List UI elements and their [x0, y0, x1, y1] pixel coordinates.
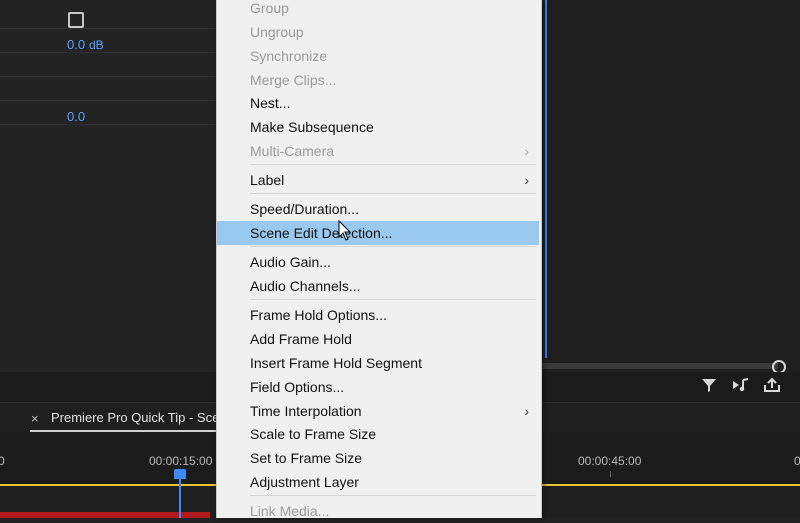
menu-item-synchronize[interactable]: Synchronize	[217, 44, 539, 68]
menu-item-scene-edit-detection[interactable]: Scene Edit Detection...	[217, 221, 539, 245]
menu-item-insert-frame-hold-segment[interactable]: Insert Frame Hold Segment	[217, 351, 539, 375]
divider	[0, 76, 216, 77]
timecode-label: 0	[0, 454, 5, 468]
submenu-arrow-icon: ›	[524, 172, 529, 188]
timecode-label: 00:00:45:00	[578, 454, 642, 468]
menu-item-frame-hold-options[interactable]: Frame Hold Options...	[217, 303, 539, 327]
volume-unit: dB	[89, 38, 104, 52]
program-monitor-area	[540, 0, 800, 372]
audio-output-icon[interactable]	[731, 376, 751, 399]
menu-item-ungroup[interactable]: Ungroup	[217, 20, 539, 44]
effect-controls-playhead[interactable]	[545, 0, 547, 358]
effect-controls-panel: 0.0 dB 0.0	[0, 0, 216, 372]
menu-item-make-subsequence[interactable]: Make Subsequence	[217, 115, 539, 139]
export-icon[interactable]	[762, 376, 782, 399]
menu-item-group[interactable]: Group	[217, 0, 539, 20]
divider	[0, 124, 216, 125]
menu-item-add-frame-hold[interactable]: Add Frame Hold	[217, 327, 539, 351]
balance-value[interactable]: 0.0	[67, 109, 85, 124]
menu-item-link-media[interactable]: Link Media...	[217, 499, 539, 523]
sequence-tab[interactable]: Premiere Pro Quick Tip - Scer	[51, 410, 224, 425]
menu-item-nest[interactable]: Nest...	[217, 91, 539, 115]
menu-item-field-options[interactable]: Field Options...	[217, 375, 539, 399]
timeline-playhead-line[interactable]	[179, 478, 181, 518]
horizontal-scrollbar[interactable]	[540, 363, 778, 369]
menu-item-speed-duration[interactable]: Speed/Duration...	[217, 197, 539, 221]
menu-separator	[250, 495, 536, 496]
timecode-label: 0	[794, 454, 800, 468]
menu-item-audio-channels[interactable]: Audio Channels...	[217, 274, 539, 298]
menu-item-audio-gain[interactable]: Audio Gain...	[217, 250, 539, 274]
timecode-label: 00:00:15:00	[149, 454, 213, 468]
menu-separator	[250, 193, 536, 194]
divider	[0, 28, 216, 29]
menu-item-merge-clips[interactable]: Merge Clips...	[217, 68, 539, 92]
clip-context-menu: Group Ungroup Synchronize Merge Clips...…	[216, 0, 542, 519]
toggle-checkbox[interactable]	[68, 12, 84, 28]
filter-icon[interactable]	[700, 376, 718, 399]
volume-value[interactable]: 0.0	[67, 37, 85, 52]
menu-item-scale-to-frame-size[interactable]: Scale to Frame Size	[217, 422, 539, 446]
submenu-arrow-icon: ›	[524, 143, 529, 159]
menu-item-multi-camera[interactable]: Multi-Camera ›	[217, 139, 539, 163]
submenu-arrow-icon: ›	[524, 403, 529, 419]
menu-separator	[250, 246, 536, 247]
divider	[0, 100, 216, 101]
menu-separator	[250, 164, 536, 165]
divider	[0, 52, 216, 53]
ruler-tick	[610, 471, 611, 477]
menu-item-label[interactable]: Label ›	[217, 168, 539, 192]
menu-item-time-interpolation[interactable]: Time Interpolation ›	[217, 399, 539, 423]
menu-item-adjustment-layer[interactable]: Adjustment Layer	[217, 470, 539, 494]
close-tab-icon[interactable]: ×	[31, 411, 39, 426]
menu-separator	[250, 299, 536, 300]
menu-item-set-to-frame-size[interactable]: Set to Frame Size	[217, 446, 539, 470]
